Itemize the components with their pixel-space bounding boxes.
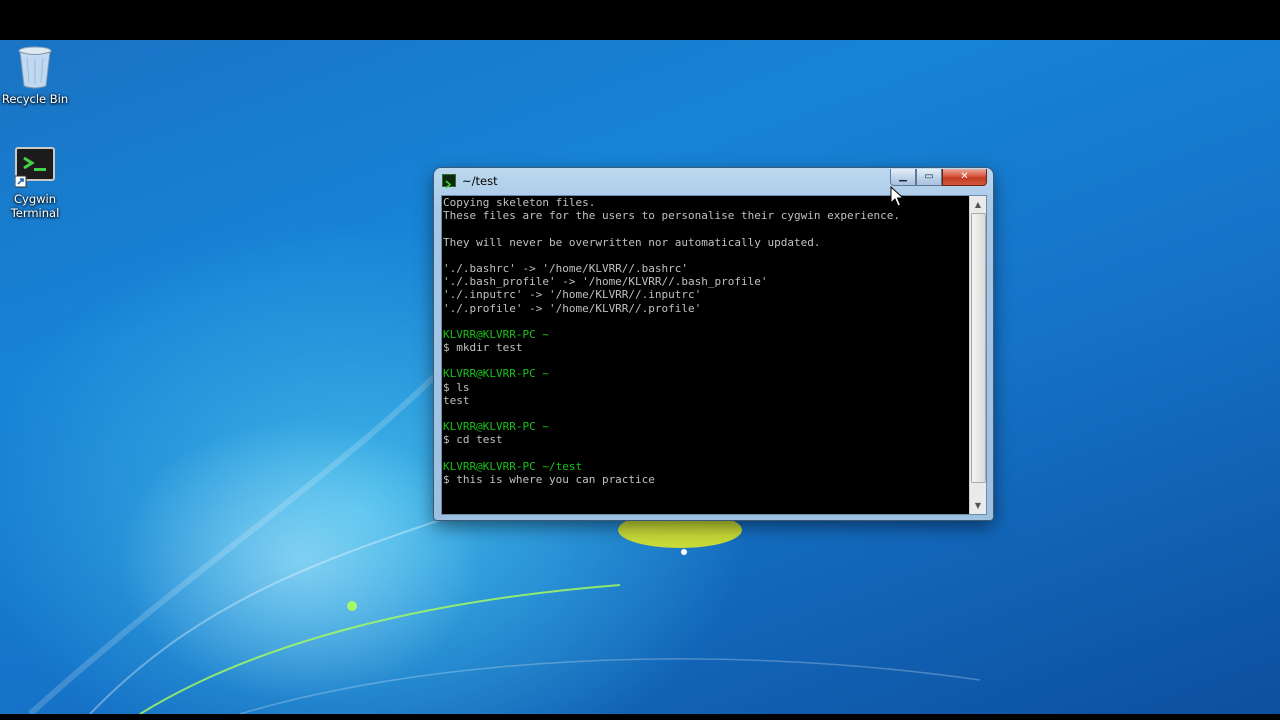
terminal-line: These files are for the users to persona… [443, 209, 900, 223]
maximize-button[interactable]: ▭ [916, 169, 942, 186]
maximize-icon: ▭ [924, 171, 934, 182]
scroll-down-button[interactable]: ▼ [970, 497, 986, 514]
minimize-icon: ▁ [899, 171, 907, 182]
vertical-scrollbar[interactable]: ▲ ▼ [969, 196, 986, 514]
scroll-up-button[interactable]: ▲ [970, 196, 986, 213]
desktop-icon-label: Recycle Bin [1, 92, 69, 106]
terminal-prompt-line: KLVRR@KLVRR-PC ~/test [443, 459, 583, 473]
terminal-console[interactable]: Copying skeleton files. These files are f… [441, 195, 987, 515]
close-icon: ✕ [960, 171, 969, 182]
terminal-prompt-line: KLVRR@KLVRR-PC ~ [443, 420, 549, 434]
cygwin-icon [442, 174, 456, 189]
terminal-line: $ mkdir test [443, 341, 523, 355]
desktop-icon-label: Cygwin Terminal [10, 192, 60, 220]
recycle-bin-icon [15, 44, 55, 90]
arrow-down-icon: ▼ [974, 501, 982, 510]
terminal-line: './.bash_profile' -> '/home/KLVRR//.bash… [443, 275, 768, 289]
terminal-output[interactable]: Copying skeleton files. These files are f… [442, 196, 970, 514]
terminal-line: './.profile' -> '/home/KLVRR//.profile' [443, 301, 702, 315]
terminal-line: $ ls [443, 380, 470, 394]
terminal-line: './.bashrc' -> '/home/KLVRR//.bashrc' [443, 261, 689, 275]
title-bar[interactable]: ~/test ▁ ▭ ✕ [434, 168, 993, 194]
terminal-prompt-line: KLVRR@KLVRR-PC ~ [443, 367, 549, 381]
mouse-cursor-icon [890, 186, 904, 207]
recycle-bin-shortcut[interactable]: Recycle Bin [0, 44, 70, 106]
terminal-line: test [443, 393, 470, 407]
scroll-thumb[interactable] [971, 213, 986, 483]
arrow-up-icon: ▲ [974, 200, 982, 209]
cygwin-terminal-icon [14, 144, 55, 190]
terminal-line: './.inputrc' -> '/home/KLVRR//.inputrc' [443, 288, 702, 302]
terminal-window[interactable]: ~/test ▁ ▭ ✕ Copying skeleton files. Thes… [434, 168, 993, 520]
close-button[interactable]: ✕ [942, 169, 987, 186]
desktop: Recycle Bin Cygwin Terminal ~/test ▁ ▭ ✕… [0, 40, 1280, 714]
minimize-button[interactable]: ▁ [890, 169, 916, 186]
terminal-line: They will never be overwritten nor autom… [443, 235, 821, 249]
window-title: ~/test [462, 174, 498, 188]
cygwin-terminal-shortcut[interactable]: Cygwin Terminal [0, 144, 70, 220]
terminal-prompt-line: KLVRR@KLVRR-PC ~ [443, 327, 549, 341]
terminal-line: $ this is where you can practice [443, 472, 655, 486]
terminal-line: $ cd test [443, 433, 503, 447]
